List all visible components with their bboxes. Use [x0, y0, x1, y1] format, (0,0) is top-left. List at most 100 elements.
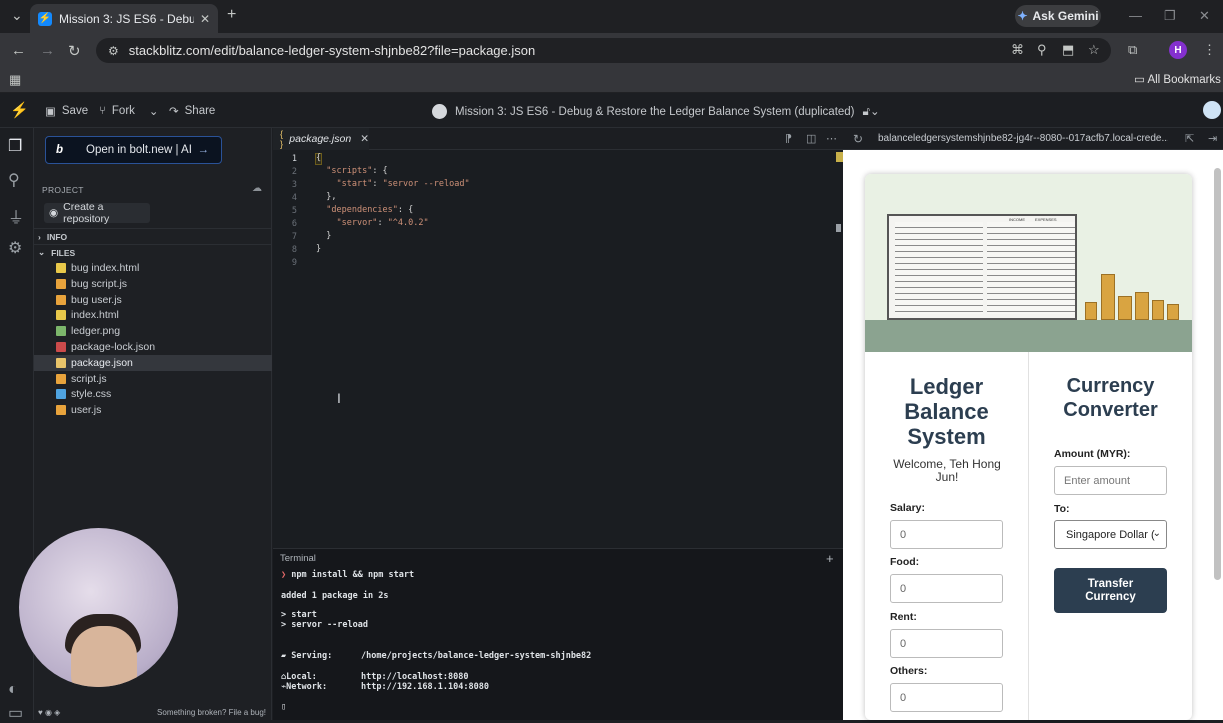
rent-input[interactable]: 0 [890, 629, 1003, 658]
code-line-8: } [316, 244, 322, 254]
file-item[interactable]: script.js [34, 371, 272, 387]
url-omnibox[interactable]: ⚙ stackblitz.com/edit/balance-ledger-sys… [96, 38, 1111, 63]
close-tab-icon[interactable]: ✕ [200, 12, 210, 26]
format-icon[interactable]: ⁋ [785, 132, 792, 145]
banner-table [865, 320, 1192, 352]
file-item[interactable]: package-lock.json [34, 339, 272, 355]
terminal-panel[interactable]: Terminal + ❯ npm install && npm start ad… [273, 548, 843, 720]
file-item[interactable]: ledger.png [34, 323, 272, 339]
user-avatar[interactable] [1203, 101, 1221, 119]
open-new-window-icon[interactable]: ⇱ [1185, 132, 1194, 145]
plugins-icon[interactable]: ⏚ [8, 204, 24, 228]
line-number: 4 [291, 193, 297, 203]
cloud-upload-icon[interactable]: ☁ [252, 183, 262, 194]
file-type-icon [56, 294, 66, 305]
project-title[interactable]: Mission 3: JS ES6 - Debug & Restore the … [432, 104, 880, 119]
site-info-icon[interactable]: ⚙ [108, 44, 119, 58]
create-repository-button[interactable]: ◉ Create a repository [44, 201, 150, 225]
currency-select[interactable]: Singapore Dollar (⌄ [1054, 520, 1167, 549]
info-section-header[interactable]: › INFO [34, 228, 272, 244]
maximize-window-icon[interactable]: ❐ [1164, 8, 1176, 24]
browser-tab-active[interactable]: ⚡ Mission 3: JS ES6 - Debug & Re ✕ [30, 4, 218, 33]
close-tab-icon[interactable]: ✕ [360, 133, 369, 145]
tab-package-json[interactable]: { } package.json ✕ [273, 128, 369, 150]
files-section-label: FILES [51, 247, 76, 258]
forward-arrow-icon[interactable]: → [40, 42, 55, 59]
reload-icon[interactable]: ↻ [68, 42, 81, 60]
panel-toggle-icon[interactable]: ▭ [8, 703, 23, 723]
files-section-header[interactable]: ⌄ FILES [34, 244, 272, 260]
project-title-text: Mission 3: JS ES6 - Debug & Restore the … [455, 105, 855, 118]
browser-menu-icon[interactable]: ⋮ [1203, 42, 1216, 58]
theme-toggle-icon[interactable]: ◐ [8, 681, 18, 699]
salary-input[interactable]: 0 [890, 520, 1003, 549]
code-line-2: "scripts": { [326, 166, 388, 176]
stackblitz-logo-icon[interactable]: ⚡ [10, 101, 29, 119]
food-value: 0 [900, 582, 907, 595]
project-label: PROJECT [42, 185, 84, 195]
close-window-icon[interactable]: ✕ [1199, 8, 1210, 24]
save-button[interactable]: ▣ Save [45, 104, 88, 118]
fork-chevron-icon[interactable]: ⌄ [149, 104, 159, 118]
open-in-bolt-button[interactable]: b Open in bolt.new | AI → [45, 136, 222, 164]
code-line-6: "servor": "^4.0.2" [336, 218, 429, 228]
network-url[interactable]: http://192.168.1.104:8080 [361, 682, 489, 692]
social-icons[interactable]: ♥ ◉ ◈ [38, 708, 60, 717]
network-label: Network: [286, 682, 328, 692]
file-item[interactable]: bug index.html [34, 260, 272, 276]
more-icon[interactable]: ⋯ [826, 132, 837, 145]
new-tab-icon[interactable]: + [227, 6, 236, 24]
files-icon[interactable]: ❐ [8, 136, 22, 156]
new-terminal-icon[interactable]: + [826, 551, 834, 566]
code-line-7: } [316, 231, 332, 241]
lock-icon[interactable]: 🔓︎⌄ [863, 104, 880, 119]
amount-input[interactable]: Enter amount [1054, 466, 1167, 495]
gemini-sparkle-icon: ✦ [1017, 9, 1028, 23]
minimize-window-icon[interactable]: — [1129, 8, 1142, 23]
ledger-app-card: INCOME EXPENSES Ledger Balance System We… [865, 174, 1192, 720]
tab-search-chevron-icon[interactable]: ⌄ [11, 7, 23, 24]
stackblitz-favicon-icon: ⚡ [38, 11, 52, 26]
preview-url[interactable]: balanceledgersystemshjnbe82-jg4r--8080--… [878, 133, 1168, 144]
others-value: 0 [900, 691, 907, 704]
serving-label: Serving: [291, 651, 333, 661]
line-number: 3 [291, 180, 297, 190]
file-item[interactable]: style.css [34, 386, 272, 402]
extensions-icon[interactable]: ⧉ [1128, 42, 1137, 58]
apps-grid-icon[interactable]: ▦ [9, 72, 21, 88]
back-arrow-icon[interactable]: ← [11, 42, 26, 59]
transfer-currency-button[interactable]: Transfer Currency [1054, 568, 1167, 613]
file-item[interactable]: bug script.js [34, 276, 272, 292]
file-item[interactable]: package.json [34, 354, 272, 371]
preview-scrollbar[interactable] [1214, 168, 1221, 580]
preview-reload-icon[interactable]: ↻ [853, 132, 863, 146]
ledger-book-illustration: INCOME EXPENSES [887, 214, 1077, 320]
all-bookmarks-folder[interactable]: ▭ All Bookmarks [1134, 72, 1221, 86]
ask-gemini-button[interactable]: ✦ Ask Gemini [1015, 5, 1101, 27]
settings-gear-icon[interactable]: ⚙ [8, 238, 22, 258]
profile-avatar[interactable]: H [1169, 41, 1187, 59]
zoom-icon[interactable]: ⚲ [1037, 42, 1047, 58]
search-icon[interactable]: ⚲ [8, 170, 20, 190]
split-editor-icon[interactable]: ◫ [806, 132, 816, 145]
close-preview-icon[interactable]: ⇥ [1208, 132, 1217, 145]
file-type-icon [56, 405, 66, 416]
chevron-right-icon: › [38, 231, 41, 242]
food-input[interactable]: 0 [890, 574, 1003, 603]
bookmark-star-icon[interactable]: ☆ [1088, 42, 1100, 58]
file-item[interactable]: index.html [34, 307, 272, 323]
browser-address-bar: ← → ↻ ⚙ stackblitz.com/edit/balance-ledg… [0, 33, 1223, 67]
local-url[interactable]: http://localhost:8080 [361, 672, 468, 682]
share-button[interactable]: ↷ Share [169, 104, 215, 118]
fork-button[interactable]: ⑂ Fork ⌄ [99, 104, 159, 118]
translate-icon[interactable]: ⌘ [1011, 42, 1024, 58]
file-item[interactable]: bug user.js [34, 292, 272, 308]
others-input[interactable]: 0 [890, 683, 1003, 712]
file-bug-link[interactable]: Something broken? File a bug! [157, 708, 266, 717]
all-bookmarks-label: All Bookmarks [1147, 74, 1221, 86]
code-editor[interactable]: 1 2 3 4 5 6 7 8 9 { "scripts": { "start": "servo… [273, 150, 843, 548]
converter-title: Currency Converter [1063, 375, 1158, 421]
scroll-thumb[interactable] [836, 224, 841, 232]
file-item[interactable]: user.js [34, 402, 272, 418]
install-app-icon[interactable]: ⬒ [1062, 42, 1074, 58]
